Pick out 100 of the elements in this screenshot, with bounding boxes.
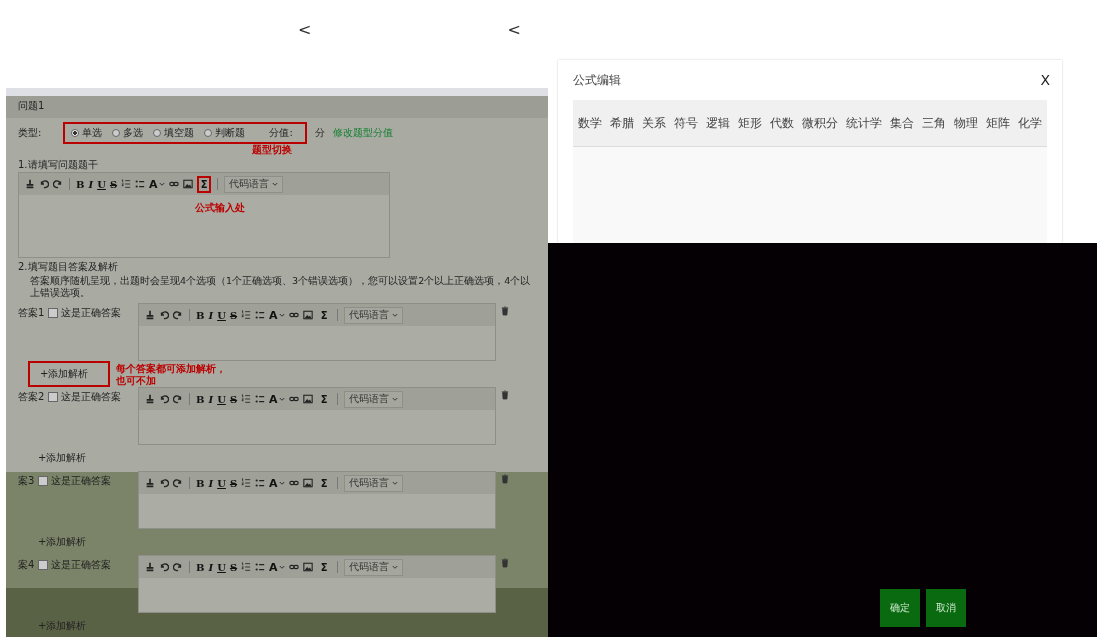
image-icon[interactable]: [182, 179, 193, 189]
category-tab[interactable]: 微积分: [802, 115, 838, 131]
bold-tool[interactable]: B: [76, 178, 85, 190]
bullet-list-icon[interactable]: [255, 478, 266, 488]
add-analysis-link[interactable]: +添加解析: [28, 529, 97, 555]
correct-answer-checkbox[interactable]: 这是正确答案: [48, 390, 122, 404]
type-radio[interactable]: 多选: [112, 126, 144, 140]
correct-answer-checkbox[interactable]: 这是正确答案: [38, 558, 112, 572]
undo-icon[interactable]: [159, 310, 169, 320]
close-button[interactable]: X: [1040, 72, 1050, 88]
bold-tool[interactable]: B: [196, 309, 205, 321]
strikethrough-tool[interactable]: S: [229, 309, 238, 321]
formula-tool[interactable]: Σ: [316, 306, 332, 324]
bullet-list-icon[interactable]: [255, 394, 266, 404]
category-tab[interactable]: 统计学: [846, 115, 882, 131]
undo-icon[interactable]: [39, 179, 49, 189]
link-icon[interactable]: [288, 562, 299, 572]
redo-icon[interactable]: [173, 478, 183, 488]
italic-tool[interactable]: I: [208, 477, 214, 489]
add-analysis-link[interactable]: +添加解析: [28, 361, 111, 387]
trash-icon[interactable]: [501, 558, 509, 568]
undo-icon[interactable]: [159, 478, 169, 488]
italic-tool[interactable]: I: [208, 393, 214, 405]
redo-icon[interactable]: [173, 562, 183, 572]
category-tab[interactable]: 希腊: [610, 115, 634, 131]
dialog-button[interactable]: 取消: [926, 589, 966, 627]
link-icon[interactable]: [288, 310, 299, 320]
correct-answer-checkbox[interactable]: 这是正确答案: [38, 474, 112, 488]
link-icon[interactable]: [168, 179, 179, 189]
code-language-select[interactable]: 代码语言: [344, 306, 404, 324]
underline-tool[interactable]: U: [217, 561, 226, 573]
ordered-list-icon[interactable]: [241, 562, 252, 572]
font-color-tool[interactable]: A: [149, 177, 165, 191]
bold-tool[interactable]: B: [196, 561, 205, 573]
category-tab[interactable]: 矩形: [738, 115, 762, 131]
brush-icon[interactable]: [145, 394, 155, 404]
font-color-tool[interactable]: A: [269, 476, 285, 490]
code-language-select[interactable]: 代码语言: [344, 390, 404, 408]
category-tab[interactable]: 代数: [770, 115, 794, 131]
ordered-list-icon[interactable]: [241, 394, 252, 404]
italic-tool[interactable]: I: [208, 309, 214, 321]
category-tab[interactable]: 关系: [642, 115, 666, 131]
bold-tool[interactable]: B: [196, 393, 205, 405]
code-language-select[interactable]: 代码语言: [344, 474, 404, 492]
bold-tool[interactable]: B: [196, 477, 205, 489]
bullet-list-icon[interactable]: [135, 179, 146, 189]
trash-icon[interactable]: [501, 474, 509, 484]
strikethrough-tool[interactable]: S: [229, 477, 238, 489]
code-language-select[interactable]: 代码语言: [224, 175, 284, 193]
italic-tool[interactable]: I: [88, 178, 94, 190]
formula-tool[interactable]: Σ: [316, 390, 332, 408]
brush-icon[interactable]: [145, 478, 155, 488]
formula-tool[interactable]: Σ: [196, 175, 212, 193]
brush-icon[interactable]: [25, 179, 35, 189]
link-icon[interactable]: [288, 394, 299, 404]
image-icon[interactable]: [302, 478, 313, 488]
undo-icon[interactable]: [159, 394, 169, 404]
type-radio[interactable]: 判断题: [204, 126, 246, 140]
redo-icon[interactable]: [53, 179, 63, 189]
ordered-list-icon[interactable]: [121, 179, 132, 189]
trash-icon[interactable]: [501, 306, 509, 316]
category-tab[interactable]: 逻辑: [706, 115, 730, 131]
strikethrough-tool[interactable]: S: [229, 561, 238, 573]
category-tab[interactable]: 矩阵: [986, 115, 1010, 131]
dialog-button[interactable]: 确定: [880, 589, 920, 627]
underline-tool[interactable]: U: [217, 393, 226, 405]
ordered-list-icon[interactable]: [241, 478, 252, 488]
strikethrough-tool[interactable]: S: [109, 178, 118, 190]
image-icon[interactable]: [302, 310, 313, 320]
redo-icon[interactable]: [173, 394, 183, 404]
category-tab[interactable]: 集合: [890, 115, 914, 131]
brush-icon[interactable]: [145, 562, 155, 572]
underline-tool[interactable]: U: [217, 309, 226, 321]
type-radio[interactable]: 填空题: [153, 126, 195, 140]
category-tab[interactable]: 符号: [674, 115, 698, 131]
strikethrough-tool[interactable]: S: [229, 393, 238, 405]
trash-icon[interactable]: [501, 390, 509, 400]
category-tab[interactable]: 三角: [922, 115, 946, 131]
link-icon[interactable]: [288, 478, 299, 488]
brush-icon[interactable]: [145, 310, 155, 320]
category-tab[interactable]: 物理: [954, 115, 978, 131]
italic-tool[interactable]: I: [208, 561, 214, 573]
bullet-list-icon[interactable]: [255, 310, 266, 320]
formula-tool[interactable]: Σ: [316, 558, 332, 576]
font-color-tool[interactable]: A: [269, 392, 285, 406]
underline-tool[interactable]: U: [217, 477, 226, 489]
bullet-list-icon[interactable]: [255, 562, 266, 572]
image-icon[interactable]: [302, 562, 313, 572]
image-icon[interactable]: [302, 394, 313, 404]
redo-icon[interactable]: [173, 310, 183, 320]
font-color-tool[interactable]: A: [269, 308, 285, 322]
underline-tool[interactable]: U: [97, 178, 106, 190]
category-tab[interactable]: 数学: [578, 115, 602, 131]
undo-icon[interactable]: [159, 562, 169, 572]
correct-answer-checkbox[interactable]: 这是正确答案: [48, 306, 122, 320]
ordered-list-icon[interactable]: [241, 310, 252, 320]
code-language-select[interactable]: 代码语言: [344, 558, 404, 576]
font-color-tool[interactable]: A: [269, 560, 285, 574]
category-tab[interactable]: 化学: [1018, 115, 1042, 131]
type-radio[interactable]: 单选: [71, 126, 103, 140]
